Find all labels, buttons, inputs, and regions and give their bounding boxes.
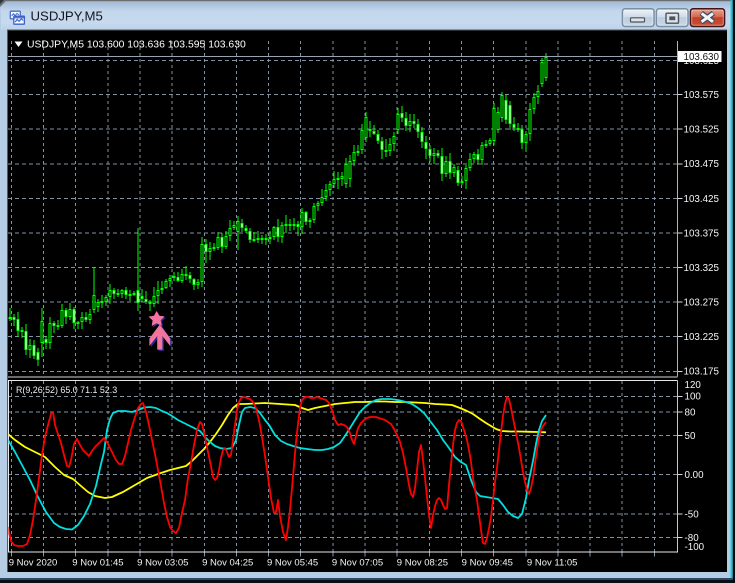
svg-text:USDJPY,M5 103.600 103.636 103.: USDJPY,M5 103.600 103.636 103.595 103.63… <box>27 39 246 50</box>
svg-text:9 Nov 05:45: 9 Nov 05:45 <box>267 558 318 569</box>
svg-text:USDJPY,M5: USDJPY,M5 <box>31 8 103 23</box>
svg-text:80: 80 <box>685 407 696 418</box>
svg-text:9 Nov 03:05: 9 Nov 03:05 <box>137 558 188 569</box>
svg-text:103.175: 103.175 <box>684 367 720 378</box>
svg-text:103.375: 103.375 <box>684 228 720 239</box>
svg-text:9 Nov 11:05: 9 Nov 11:05 <box>527 558 578 569</box>
svg-text:9 Nov 2020: 9 Nov 2020 <box>9 558 58 569</box>
svg-text:103.425: 103.425 <box>684 194 720 205</box>
svg-text:103.575: 103.575 <box>684 90 720 101</box>
svg-text:-50: -50 <box>685 509 700 520</box>
svg-text:50: 50 <box>685 431 696 442</box>
svg-text:103.325: 103.325 <box>684 263 720 274</box>
svg-text:9 Nov 01:45: 9 Nov 01:45 <box>72 558 123 569</box>
svg-text:103.225: 103.225 <box>684 332 720 343</box>
svg-text:9 Nov 07:05: 9 Nov 07:05 <box>332 558 383 569</box>
svg-text:103.630: 103.630 <box>684 52 720 63</box>
svg-text:R(9,26,52) 65.0 71.1 52.3: R(9,26,52) 65.0 71.1 52.3 <box>16 385 117 395</box>
svg-text:-100: -100 <box>685 542 705 553</box>
svg-text:9 Nov 08:25: 9 Nov 08:25 <box>397 558 448 569</box>
svg-text:9 Nov 04:25: 9 Nov 04:25 <box>202 558 253 569</box>
svg-text:0.00: 0.00 <box>685 470 705 481</box>
svg-text:103.475: 103.475 <box>684 159 720 170</box>
svg-text:9 Nov 09:45: 9 Nov 09:45 <box>462 558 513 569</box>
svg-text:103.525: 103.525 <box>684 125 720 136</box>
svg-text:100: 100 <box>685 392 702 403</box>
svg-text:120: 120 <box>685 380 702 391</box>
svg-text:103.275: 103.275 <box>684 298 720 309</box>
